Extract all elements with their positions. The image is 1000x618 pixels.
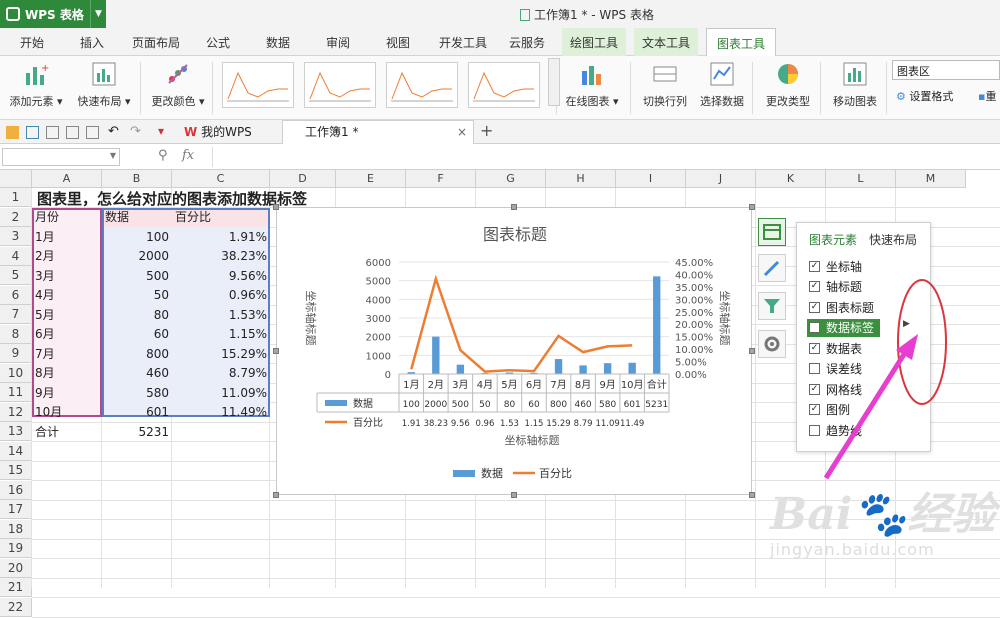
row-header[interactable]: 22 [0,597,32,617]
pointer-arrow [823,346,911,480]
baidu-watermark: Bai🐾经验 [770,489,996,540]
paw-icon: 🐾 [852,489,908,540]
grid-line [32,616,1000,618]
watermark-url: jingyan.baidu.com [770,540,935,559]
grid-line [32,597,1000,598]
highlight-circle [897,279,947,405]
